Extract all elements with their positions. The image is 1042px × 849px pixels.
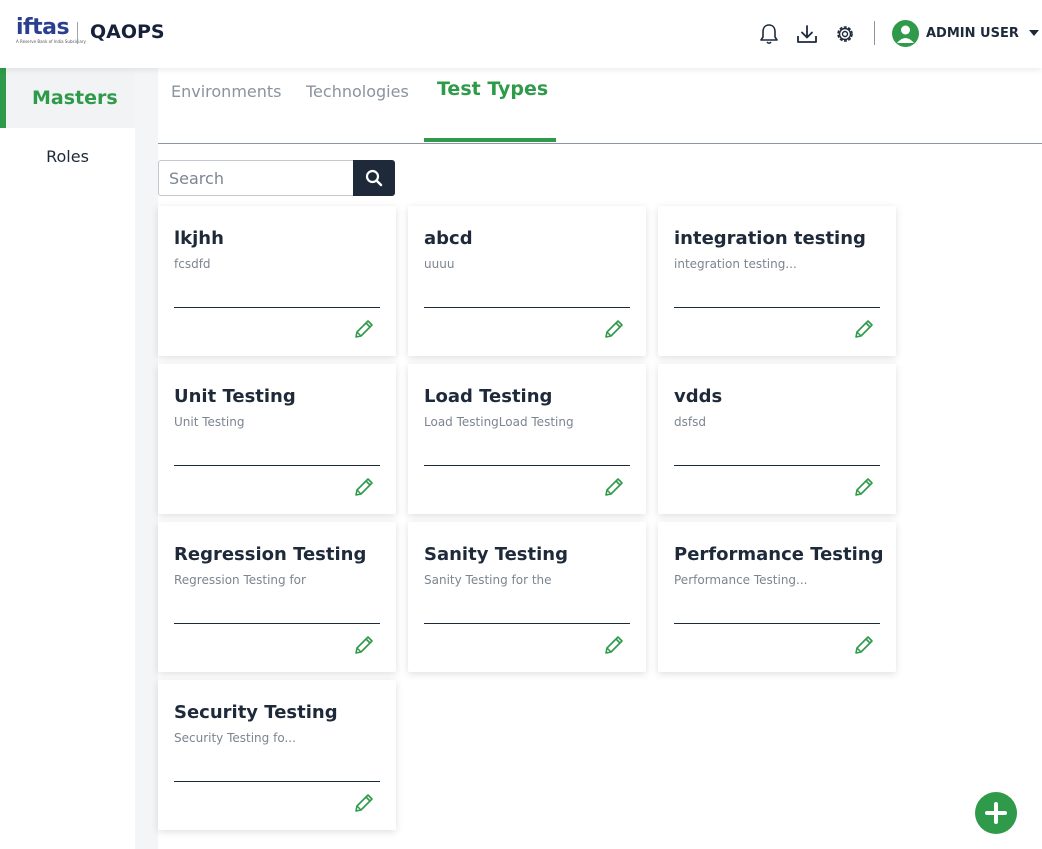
pencil-icon: [355, 478, 373, 496]
test-type-card[interactable]: Sanity Testing Sanity Testing for the: [408, 522, 646, 672]
sidebar-item-roles[interactable]: Roles: [0, 126, 135, 186]
card-divider: [424, 307, 630, 308]
settings-icon[interactable]: [833, 22, 857, 46]
top-header: iftas A Reserve Bank of India Subsidiary…: [0, 0, 1042, 68]
test-type-card[interactable]: integration testing integration testing.…: [658, 206, 896, 356]
sidebar-item-label: Roles: [46, 146, 89, 166]
test-type-card[interactable]: Load Testing Load TestingLoad Testing: [408, 364, 646, 514]
card-description: Sanity Testing for the: [424, 573, 552, 587]
pencil-icon: [355, 636, 373, 654]
app-title: QAOPS: [90, 21, 165, 43]
tab-technologies[interactable]: Technologies: [306, 82, 409, 101]
header-separator: [874, 21, 875, 45]
card-description: Security Testing fo...: [174, 731, 296, 745]
test-type-card[interactable]: abcd uuuu: [408, 206, 646, 356]
card-divider: [174, 623, 380, 624]
tab-environments[interactable]: Environments: [171, 82, 282, 101]
edit-button[interactable]: [852, 633, 876, 657]
card-divider: [174, 307, 380, 308]
card-description: Load TestingLoad Testing: [424, 415, 574, 429]
avatar-icon: [892, 19, 919, 47]
user-menu[interactable]: ADMIN USER: [892, 19, 1039, 47]
edit-button[interactable]: [852, 475, 876, 499]
pencil-icon: [355, 320, 373, 338]
test-type-card[interactable]: vdds dsfsd: [658, 364, 896, 514]
edit-button[interactable]: [352, 791, 376, 815]
card-title: abcd: [424, 228, 473, 249]
test-type-card[interactable]: Regression Testing Regression Testing fo…: [158, 522, 396, 672]
card-description: fcsdfd: [174, 257, 211, 271]
card-description: uuuu: [424, 257, 455, 271]
card-divider: [174, 781, 380, 782]
test-type-card[interactable]: Unit Testing Unit Testing: [158, 364, 396, 514]
chevron-down-icon: [1028, 30, 1039, 36]
test-type-card[interactable]: lkjhh fcsdfd: [158, 206, 396, 356]
logo-text: iftas: [16, 15, 70, 40]
active-tab-indicator: [424, 138, 556, 142]
card-description: Unit Testing: [174, 415, 245, 429]
card-title: Performance Testing: [674, 544, 884, 565]
card-title: Unit Testing: [174, 386, 296, 407]
bell-icon[interactable]: [757, 22, 781, 46]
card-description: dsfsd: [674, 415, 706, 429]
plus-icon: [985, 802, 1007, 824]
card-divider: [424, 623, 630, 624]
card-title: integration testing: [674, 228, 866, 249]
download-icon[interactable]: [795, 22, 819, 46]
sidebar-gutter: [135, 68, 158, 849]
iftas-logo[interactable]: iftas A Reserve Bank of India Subsidiary: [16, 15, 86, 47]
pencil-icon: [855, 478, 873, 496]
card-title: Load Testing: [424, 386, 553, 407]
pencil-icon: [855, 636, 873, 654]
edit-button[interactable]: [352, 317, 376, 341]
sidebar-item-masters[interactable]: Masters: [0, 68, 135, 128]
search-input[interactable]: [158, 160, 354, 196]
test-type-card[interactable]: Performance Testing Performance Testing.…: [658, 522, 896, 672]
tab-test-types[interactable]: Test Types: [437, 78, 548, 100]
sidebar-item-label: Masters: [32, 87, 118, 109]
edit-button[interactable]: [602, 317, 626, 341]
card-divider: [674, 623, 880, 624]
pencil-icon: [605, 320, 623, 338]
card-title: Sanity Testing: [424, 544, 568, 565]
edit-button[interactable]: [852, 317, 876, 341]
card-title: vdds: [674, 386, 723, 407]
logo-divider: [77, 22, 78, 44]
search-button[interactable]: [353, 160, 395, 196]
card-description: Regression Testing for: [174, 573, 306, 587]
tab-bar: Environments Technologies Test Types: [158, 68, 1042, 144]
card-description: integration testing...: [674, 257, 797, 271]
pencil-icon: [855, 320, 873, 338]
edit-button[interactable]: [352, 475, 376, 499]
pencil-icon: [605, 478, 623, 496]
card-title: Security Testing: [174, 702, 338, 723]
edit-button[interactable]: [602, 633, 626, 657]
add-test-type-button[interactable]: [975, 792, 1017, 834]
card-description: Performance Testing...: [674, 573, 808, 587]
card-divider: [424, 465, 630, 466]
card-divider: [674, 307, 880, 308]
pencil-icon: [355, 794, 373, 812]
user-name: ADMIN USER: [926, 25, 1019, 41]
sidebar: Masters Roles: [0, 68, 135, 849]
edit-button[interactable]: [352, 633, 376, 657]
edit-button[interactable]: [602, 475, 626, 499]
card-divider: [174, 465, 380, 466]
pencil-icon: [605, 636, 623, 654]
test-type-card[interactable]: Security Testing Security Testing fo...: [158, 680, 396, 830]
card-divider: [674, 465, 880, 466]
search-icon: [365, 169, 383, 187]
logo-subtext: A Reserve Bank of India Subsidiary: [16, 39, 86, 44]
card-title: lkjhh: [174, 228, 224, 249]
card-title: Regression Testing: [174, 544, 367, 565]
